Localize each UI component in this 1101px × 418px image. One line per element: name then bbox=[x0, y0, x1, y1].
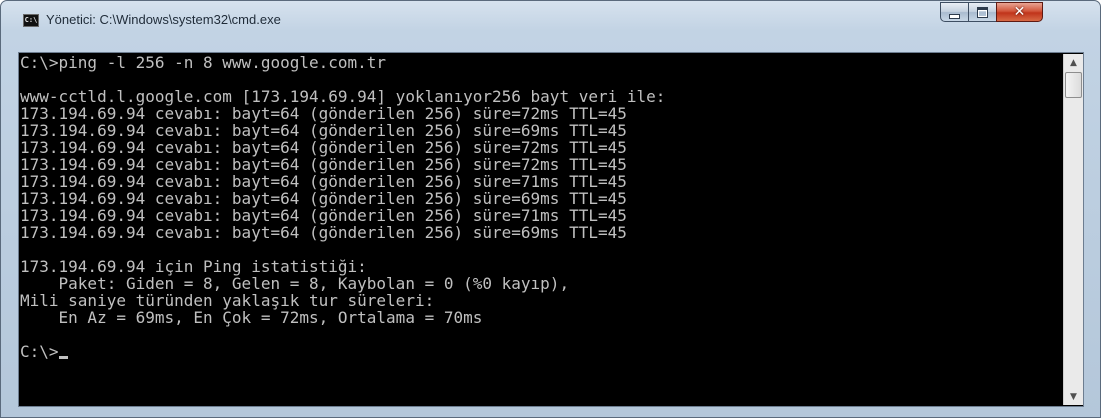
console-line: 173.194.69.94 cevabı: bayt=64 (gönderile… bbox=[20, 206, 627, 225]
arrow-down-icon: ▼ bbox=[1070, 391, 1077, 402]
console-line: Mili saniye türünden yaklaşık tur sürele… bbox=[20, 291, 435, 310]
minimize-icon bbox=[949, 13, 960, 19]
console-client-area: C:\>ping -l 256 -n 8 www.google.com.tr ww… bbox=[18, 52, 1084, 407]
console-line: 173.194.69.94 cevabı: bayt=64 (gönderile… bbox=[20, 121, 627, 140]
vertical-scrollbar[interactable]: ▲ ▼ bbox=[1063, 54, 1083, 405]
console-output[interactable]: C:\>ping -l 256 -n 8 www.google.com.tr ww… bbox=[20, 54, 1060, 405]
close-button[interactable]: ✕ bbox=[996, 2, 1043, 22]
console-line: 173.194.69.94 için Ping istatistiği: bbox=[20, 257, 367, 276]
window-title: Yönetici: C:\Windows\system32\cmd.exe bbox=[46, 12, 281, 27]
console-line: 173.194.69.94 cevabı: bayt=64 (gönderile… bbox=[20, 189, 627, 208]
console-line: 173.194.69.94 cevabı: bayt=64 (gönderile… bbox=[20, 104, 627, 123]
prompt-text: C:\> bbox=[20, 342, 59, 361]
cmd-app-icon[interactable]: C:\ bbox=[23, 14, 39, 27]
scroll-up-button[interactable]: ▲ bbox=[1064, 54, 1083, 71]
console-line: C:\>ping -l 256 -n 8 www.google.com.tr bbox=[20, 54, 387, 72]
text-cursor bbox=[58, 356, 68, 359]
minimize-button[interactable] bbox=[940, 2, 969, 22]
console-line: 173.194.69.94 cevabı: bayt=64 (gönderile… bbox=[20, 223, 627, 242]
maximize-button[interactable] bbox=[968, 2, 997, 22]
command-prompt-line[interactable]: C:\> bbox=[20, 343, 1060, 360]
cmd-window: C:\ Yönetici: C:\Windows\system32\cmd.ex… bbox=[0, 0, 1101, 418]
arrow-up-icon: ▲ bbox=[1070, 57, 1077, 68]
maximize-icon bbox=[977, 6, 988, 18]
console-line: 173.194.69.94 cevabı: bayt=64 (gönderile… bbox=[20, 172, 627, 191]
close-icon: ✕ bbox=[1013, 4, 1026, 20]
console-line: 173.194.69.94 cevabı: bayt=64 (gönderile… bbox=[20, 155, 627, 174]
title-bar[interactable]: C:\ Yönetici: C:\Windows\system32\cmd.ex… bbox=[1, 1, 1100, 45]
console-line: En Az = 69ms, En Çok = 72ms, Ortalama = … bbox=[20, 308, 483, 327]
scroll-down-button[interactable]: ▼ bbox=[1064, 388, 1083, 405]
console-line: Paket: Giden = 8, Gelen = 8, Kaybolan = … bbox=[20, 274, 570, 293]
console-line: www-cctld.l.google.com [173.194.69.94] y… bbox=[20, 87, 666, 106]
scroll-thumb[interactable] bbox=[1065, 72, 1082, 98]
console-line: 173.194.69.94 cevabı: bayt=64 (gönderile… bbox=[20, 138, 627, 157]
